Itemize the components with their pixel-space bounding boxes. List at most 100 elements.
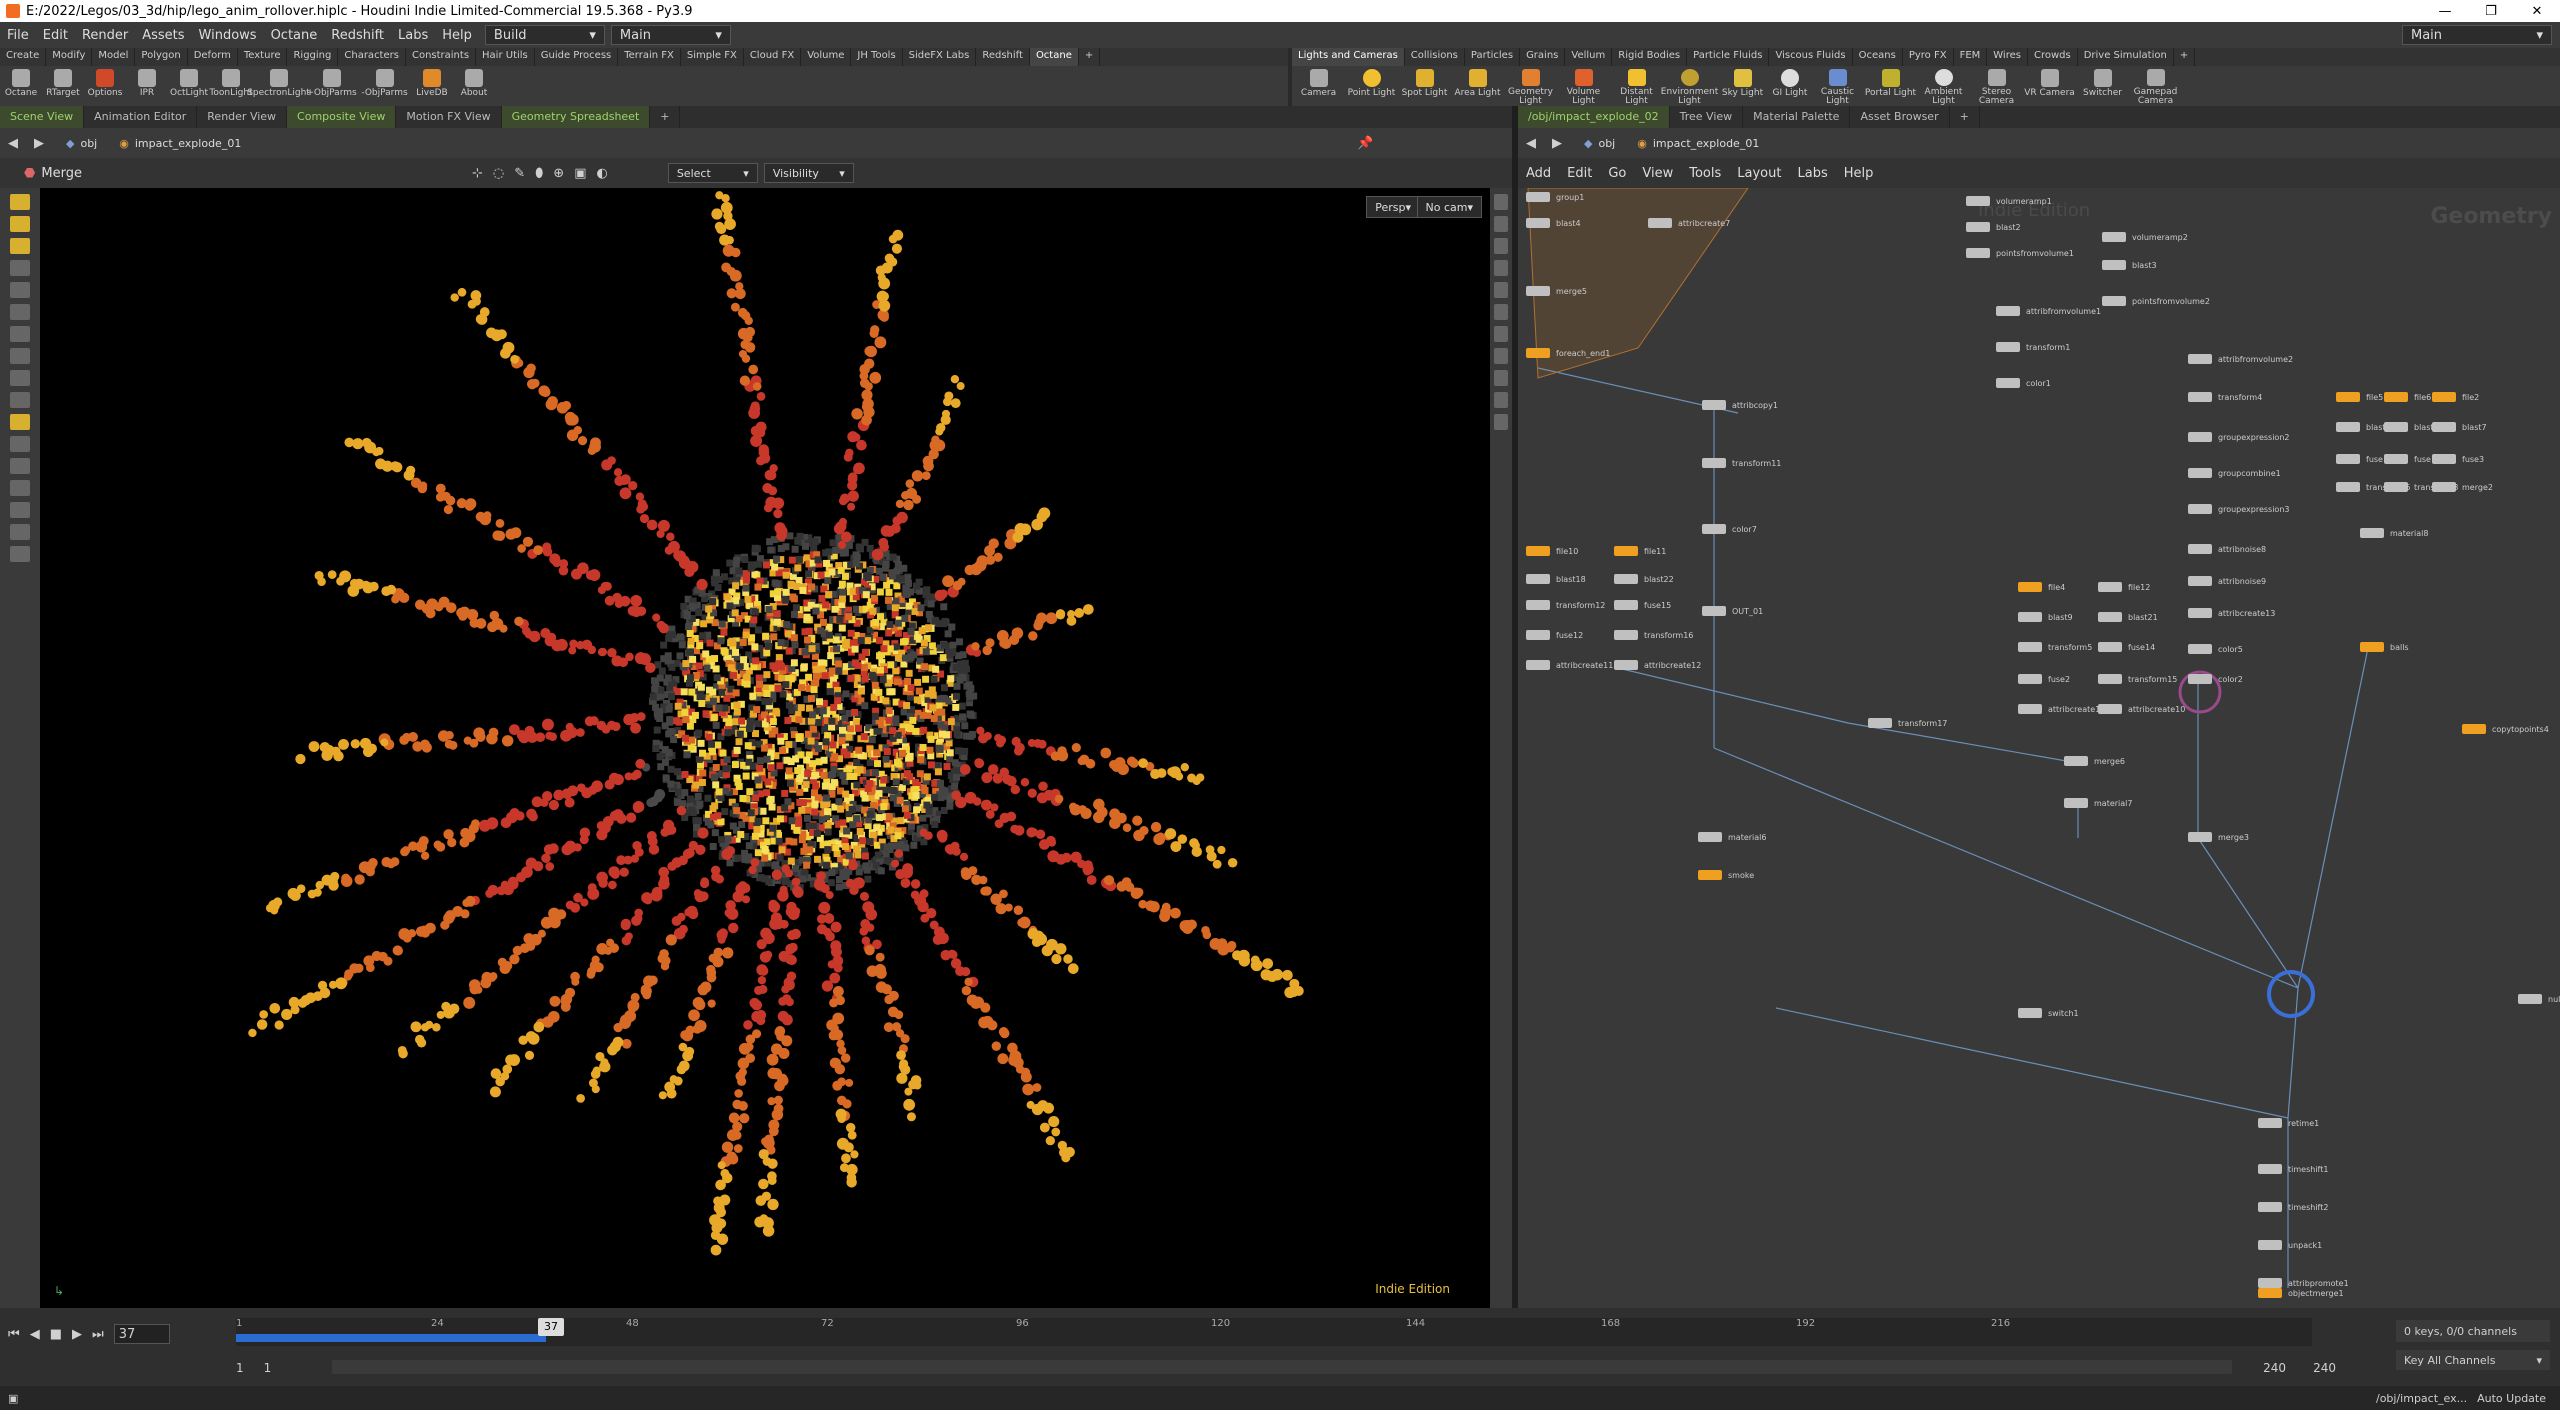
select-tool-icon[interactable] <box>10 260 30 276</box>
options-tool[interactable]: Options <box>84 66 126 106</box>
network-node[interactable] <box>1966 248 1990 258</box>
forward-icon[interactable]: ▶ <box>26 136 52 151</box>
network-node[interactable] <box>2018 674 2042 684</box>
menu-octane[interactable]: Octane <box>264 28 325 43</box>
path-root[interactable]: ◆ obj <box>58 133 105 153</box>
tab-geometry-spreadsheet[interactable]: Geometry Spreadsheet <box>501 106 651 128</box>
snap-icon[interactable] <box>10 392 30 408</box>
tab-tree-view[interactable]: Tree View <box>1670 106 1744 128</box>
box-select-icon[interactable]: ▣ <box>574 166 586 181</box>
network-node[interactable] <box>1526 286 1550 296</box>
add-tab-button[interactable]: + <box>650 106 681 128</box>
network-node[interactable] <box>2462 724 2486 734</box>
plus-objparms-tool[interactable]: +ObjParms <box>305 66 358 106</box>
close-icon[interactable]: ✕ <box>2514 4 2560 19</box>
shelf-tab[interactable]: Terrain FX <box>618 48 681 66</box>
handle-tool-icon[interactable] <box>10 194 30 210</box>
minimize-icon[interactable]: — <box>2422 4 2468 19</box>
forward-icon[interactable]: ▶ <box>1544 136 1570 151</box>
network-node[interactable] <box>2098 642 2122 652</box>
visibility-dropdown[interactable]: Visibility ▾ <box>763 163 854 183</box>
shelf-tab[interactable]: Oceans <box>1853 48 1903 66</box>
auto-update-dropdown[interactable]: Auto Update <box>2477 1392 2546 1405</box>
network-node[interactable] <box>2018 582 2042 592</box>
points-icon[interactable] <box>1494 326 1508 342</box>
gamepad-camera-tool[interactable]: Gamepad Camera <box>2129 66 2182 106</box>
shelf-tab[interactable]: Guide Process <box>535 48 619 66</box>
tab-animation-editor[interactable]: Animation Editor <box>84 106 198 128</box>
network-node[interactable] <box>1996 378 2020 388</box>
area-light-tool[interactable]: Area Light <box>1451 66 1504 106</box>
network-node[interactable] <box>1526 630 1550 640</box>
shelf-tab[interactable]: Rigid Bodies <box>1612 48 1688 66</box>
persp-dropdown[interactable]: Persp ▾ <box>1366 196 1420 218</box>
pin-icon[interactable]: 📌 <box>1351 136 1379 151</box>
tab-composite-view[interactable]: Composite View <box>287 106 397 128</box>
network-node[interactable] <box>2258 1118 2282 1128</box>
network-node[interactable] <box>2384 454 2408 464</box>
net-menu-help[interactable]: Help <box>1836 166 1882 181</box>
shelf-tab[interactable]: Polygon <box>135 48 188 66</box>
info-icon[interactable] <box>1494 414 1508 430</box>
normals-icon[interactable] <box>1494 348 1508 364</box>
back-icon[interactable]: ◀ <box>0 136 26 151</box>
network-node[interactable] <box>1702 458 1726 468</box>
vr-camera-tool[interactable]: VR Camera <box>2023 66 2076 106</box>
target-icon[interactable]: ⊕ <box>553 166 564 181</box>
shelf-tab[interactable]: JH Tools <box>851 48 903 66</box>
network-node[interactable] <box>2384 422 2408 432</box>
view-tool-icon[interactable] <box>10 216 30 232</box>
network-node[interactable] <box>2098 704 2122 714</box>
network-node[interactable] <box>2188 504 2212 514</box>
lock-icon[interactable] <box>10 282 30 298</box>
livedb-tool[interactable]: LiveDB <box>411 66 453 106</box>
play-icon[interactable]: ▶ <box>72 1327 82 1342</box>
network-node[interactable] <box>2336 454 2360 464</box>
network-node[interactable] <box>1996 306 2020 316</box>
net-menu-layout[interactable]: Layout <box>1729 166 1789 181</box>
brush-icon[interactable] <box>10 414 30 430</box>
network-node[interactable] <box>1526 192 1550 202</box>
add-shelf-tab-button[interactable]: + <box>1079 48 1101 66</box>
network-node[interactable] <box>1526 348 1550 358</box>
network-node[interactable] <box>2188 392 2212 402</box>
geometry-light-tool[interactable]: Geometry Light <box>1504 66 1557 106</box>
network-node[interactable] <box>2102 296 2126 306</box>
network-node[interactable] <box>1702 524 1726 534</box>
maximize-icon[interactable]: ❐ <box>2468 4 2514 19</box>
network-node[interactable] <box>1614 630 1638 640</box>
shelf-tab[interactable]: Texture <box>238 48 288 66</box>
network-node[interactable] <box>2336 392 2360 402</box>
current-frame-field[interactable]: 37 <box>113 1324 170 1344</box>
tab-scene-view[interactable]: Scene View <box>0 106 85 128</box>
network-node[interactable] <box>1614 600 1638 610</box>
net-menu-add[interactable]: Add <box>1518 166 1559 181</box>
pivot-icon[interactable] <box>10 458 30 474</box>
path-node[interactable]: ◉ impact_explode_01 <box>1629 133 1767 153</box>
network-node[interactable] <box>2018 1008 2042 1018</box>
network-node[interactable] <box>1698 870 1722 880</box>
toonlight-tool[interactable]: ToonLight <box>209 66 253 106</box>
shelf-tab[interactable]: Particle Fluids <box>1687 48 1770 66</box>
menu-windows[interactable]: Windows <box>192 28 264 43</box>
octane-tool[interactable]: Octane <box>0 66 42 106</box>
scene-viewport[interactable]: 🔒 Persp▾ No cam▾ Indie Edition ↳ <box>40 188 1490 1308</box>
network-node[interactable] <box>2336 422 2360 432</box>
tab-material-palette[interactable]: Material Palette <box>1743 106 1851 128</box>
desktop-dropdown[interactable]: Build ▾ <box>484 25 605 45</box>
tab-asset-browser[interactable]: Asset Browser <box>1850 106 1950 128</box>
minus-objparms-tool[interactable]: -ObjParms <box>358 66 411 106</box>
net-menu-labs[interactable]: Labs <box>1789 166 1835 181</box>
grid-icon[interactable] <box>1494 370 1508 386</box>
network-node[interactable] <box>2518 994 2542 1004</box>
display-options-icon[interactable] <box>1494 194 1508 210</box>
gi-light-tool[interactable]: GI Light <box>1769 66 1811 106</box>
range-end-field[interactable]: 240 <box>2263 1361 2286 1375</box>
shelf-tab[interactable]: Cloud FX <box>744 48 802 66</box>
shelf-tab[interactable]: FEM <box>1954 48 1988 66</box>
network-node[interactable] <box>2064 756 2088 766</box>
shaded-icon[interactable] <box>1494 282 1508 298</box>
go-start-icon[interactable]: ⏮ <box>8 1327 20 1342</box>
magnet-snap-icon[interactable] <box>10 502 30 518</box>
shelf-tab[interactable]: Collisions <box>1405 48 1465 66</box>
